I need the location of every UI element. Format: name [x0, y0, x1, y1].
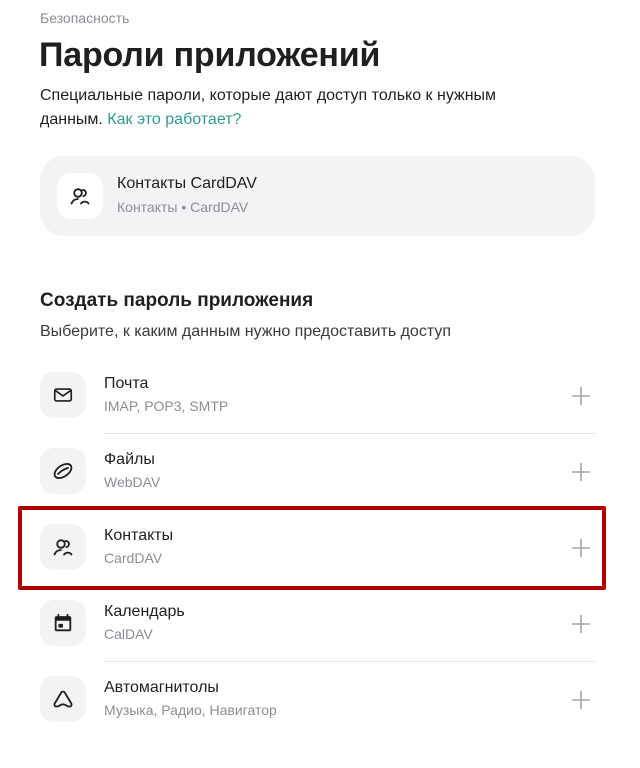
car-icon [40, 676, 86, 722]
item-subtitle: Музыка, Радио, Навигатор [104, 702, 277, 718]
add-mail-password-button[interactable] [569, 384, 593, 408]
list-item-car[interactable]: Автомагнитолы Музыка, Радио, Навигатор [40, 662, 595, 738]
plus-icon [572, 463, 590, 481]
page-title: Пароли приложений [39, 36, 381, 74]
item-subtitle: WebDAV [104, 474, 161, 490]
plus-icon [572, 539, 590, 557]
breadcrumb[interactable]: Безопасность [40, 10, 129, 26]
plus-icon [572, 615, 590, 633]
app-password-types-list: Почта IMAP, POP3, SMTP Файлы WebDAV Конт… [40, 358, 595, 738]
existing-password-title: Контакты CardDAV [117, 175, 257, 192]
list-item-calendar[interactable]: Календарь CalDAV [40, 586, 595, 662]
existing-password-subtitle: Контакты • CardDAV [117, 199, 249, 215]
item-subtitle: IMAP, POP3, SMTP [104, 398, 229, 414]
create-section-subtitle: Выберите, к каким данным нужно предостав… [40, 323, 451, 340]
create-section-title: Создать пароль приложения [40, 290, 314, 311]
item-title: Автомагнитолы [104, 679, 219, 696]
list-item-files[interactable]: Файлы WebDAV [40, 434, 595, 510]
item-title: Почта [104, 375, 149, 392]
page-description: Специальные пароли, которые дают доступ … [40, 84, 560, 132]
list-item-contacts[interactable]: Контакты CardDAV [40, 510, 595, 586]
add-contacts-password-button[interactable] [569, 536, 593, 560]
add-files-password-button[interactable] [569, 460, 593, 484]
plus-icon [572, 691, 590, 709]
calendar-icon [40, 600, 86, 646]
contacts-icon [57, 173, 103, 219]
item-title: Файлы [104, 451, 155, 468]
item-title: Контакты [104, 527, 174, 544]
plus-icon [572, 387, 590, 405]
how-it-works-link[interactable]: Как это работает? [107, 111, 241, 128]
list-item-mail[interactable]: Почта IMAP, POP3, SMTP [40, 358, 595, 434]
item-title: Календарь [104, 603, 185, 620]
add-car-password-button[interactable] [569, 688, 593, 712]
item-subtitle: CardDAV [104, 550, 163, 566]
contacts-icon [40, 524, 86, 570]
mail-icon [40, 372, 86, 418]
add-calendar-password-button[interactable] [569, 612, 593, 636]
disk-icon [40, 448, 86, 494]
existing-password-card[interactable]: Контакты CardDAV Контакты • CardDAV [40, 156, 595, 236]
item-subtitle: CalDAV [104, 626, 153, 642]
